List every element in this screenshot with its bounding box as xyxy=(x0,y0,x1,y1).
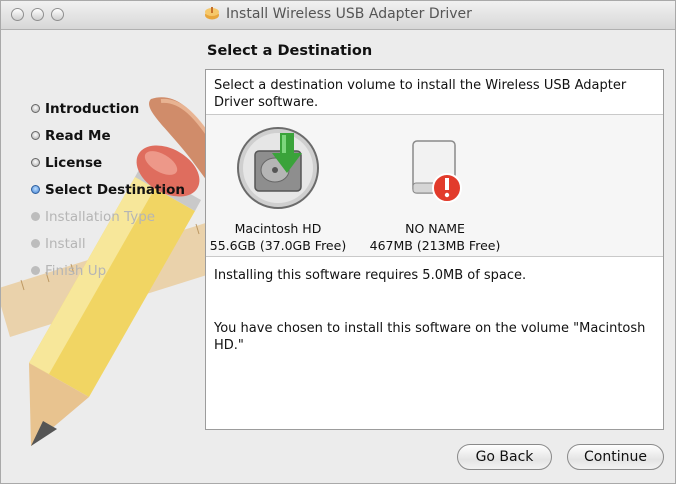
step-label: License xyxy=(45,154,103,171)
continue-button[interactable]: Continue xyxy=(567,444,664,470)
step-read-me: Read Me xyxy=(31,122,185,149)
step-bullet-icon xyxy=(31,158,40,167)
step-finish-up: Finish Up xyxy=(31,257,185,284)
step-label: Introduction xyxy=(45,100,140,117)
divider xyxy=(206,256,663,257)
step-label: Read Me xyxy=(45,127,111,144)
volume-name: Macintosh HD xyxy=(234,221,322,236)
step-install: Install xyxy=(31,230,185,257)
space-requirement-text: Installing this software requires 5.0MB … xyxy=(214,268,527,283)
step-bullet-icon xyxy=(31,131,40,140)
step-bullet-icon xyxy=(31,239,40,248)
volume-macintosh-hd[interactable]: Macintosh HD 55.6GB (37.0GB Free) xyxy=(206,125,350,253)
step-bullet-icon xyxy=(31,212,40,221)
step-license: License xyxy=(31,149,185,176)
title-bar: Install Wireless USB Adapter Driver xyxy=(1,1,675,30)
step-select-destination: Select Destination xyxy=(31,176,185,203)
step-label: Finish Up xyxy=(45,262,107,279)
volume-name: NO NAME xyxy=(405,221,465,236)
window-title-text: Install Wireless USB Adapter Driver xyxy=(226,6,472,22)
step-bullet-icon xyxy=(31,266,40,275)
step-label: Installation Type xyxy=(45,208,156,225)
destination-panel: Select a destination volume to install t… xyxy=(205,69,664,430)
destination-instructions: Select a destination volume to install t… xyxy=(214,78,627,110)
volume-list: Macintosh HD 55.6GB (37.0GB Free) NO NAM… xyxy=(206,115,663,256)
external-drive-error-icon xyxy=(412,140,462,203)
page-title: Select a Destination xyxy=(207,43,373,59)
go-back-button[interactable]: Go Back xyxy=(457,444,552,470)
window-title: Install Wireless USB Adapter Driver xyxy=(1,6,675,22)
step-bullet-icon xyxy=(31,185,40,194)
installer-window: Install Wireless USB Adapter Driver Intr… xyxy=(0,0,676,484)
chosen-volume-text: You have chosen to install this software… xyxy=(214,321,646,353)
hard-drive-install-icon xyxy=(237,127,319,209)
step-label: Install xyxy=(45,235,86,252)
installer-steps: Introduction Read Me License Select Dest… xyxy=(31,95,185,284)
step-bullet-icon xyxy=(31,104,40,113)
step-installation-type: Installation Type xyxy=(31,203,185,230)
volume-size: 55.6GB (37.0GB Free) xyxy=(209,238,347,253)
step-introduction: Introduction xyxy=(31,95,185,122)
volume-no-name[interactable]: NO NAME 467MB (213MB Free) xyxy=(350,125,520,253)
step-label: Select Destination xyxy=(45,181,185,198)
volume-size: 467MB (213MB Free) xyxy=(369,238,501,253)
package-icon xyxy=(205,7,220,20)
